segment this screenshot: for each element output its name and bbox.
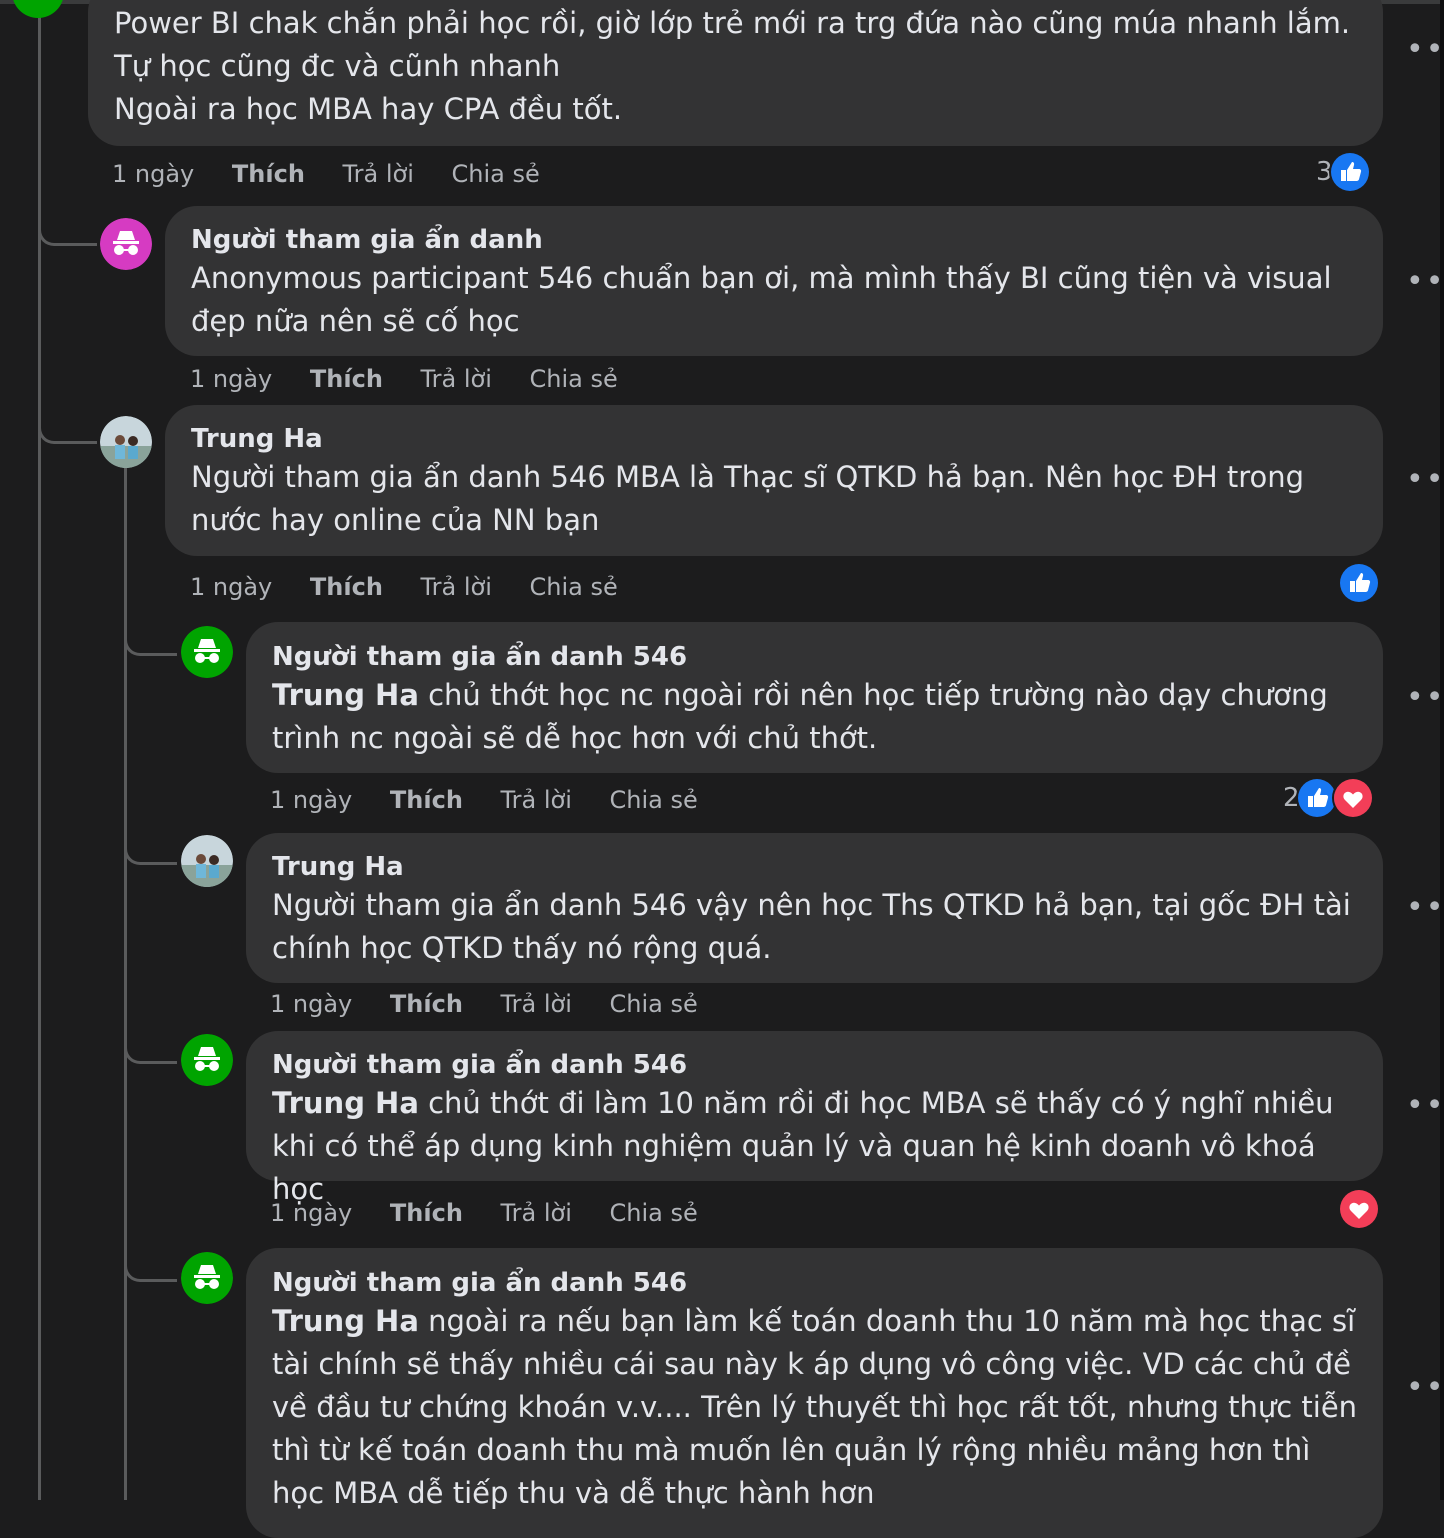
comment-actions: 1 ngày Thích Trả lời Chia sẻ: [270, 1196, 728, 1230]
mention-link[interactable]: Trung Ha: [272, 1304, 419, 1338]
comment-time[interactable]: 1 ngày: [270, 1196, 352, 1230]
share-button[interactable]: Chia sẻ: [452, 157, 540, 191]
comment-body: chủ thớt học nc ngoài rồi nên học tiếp t…: [272, 678, 1328, 755]
share-button[interactable]: Chia sẻ: [610, 783, 698, 817]
more-options-button[interactable]: •••: [1406, 35, 1444, 65]
comment-text-line: Ngoài ra học MBA hay CPA đều tốt.: [114, 92, 623, 126]
comment-text: Trung Ha chủ thớt học nc ngoài rồi nên h…: [272, 674, 1362, 760]
comment-author[interactable]: Người tham gia ẩn danh: [191, 223, 543, 257]
thread-branch: [124, 1228, 177, 1282]
like-button[interactable]: Thích: [390, 1196, 463, 1230]
avatar[interactable]: [181, 1252, 233, 1304]
comment-actions: 1 ngày Thích Trả lời Chia sẻ: [190, 570, 648, 604]
anonymous-icon: [181, 626, 233, 678]
mention-link[interactable]: Trung Ha: [272, 1086, 419, 1120]
comment-text: Trung Ha chủ thớt đi làm 10 năm rồi đi h…: [272, 1082, 1362, 1211]
more-options-button[interactable]: •••: [1406, 893, 1444, 923]
more-options-button[interactable]: •••: [1406, 1373, 1444, 1403]
comment-time[interactable]: 1 ngày: [270, 783, 352, 817]
share-button[interactable]: Chia sẻ: [610, 987, 698, 1021]
comment-time[interactable]: 1 ngày: [112, 157, 194, 191]
comment-text: Power BI chak chắn phải học rồi, giờ lớp…: [114, 2, 1364, 131]
comment-time[interactable]: 1 ngày: [190, 362, 272, 396]
reply-button[interactable]: Trả lời: [421, 570, 492, 604]
thread-branch: [38, 380, 97, 444]
avatar[interactable]: [12, 0, 70, 24]
more-options-button[interactable]: •••: [1406, 465, 1444, 495]
comment-text: Trung Ha ngoài ra nếu bạn làm kế toán do…: [272, 1300, 1362, 1515]
anonymous-icon: [100, 218, 152, 270]
like-button[interactable]: Thích: [232, 157, 305, 191]
profile-photo-icon: [100, 416, 152, 468]
like-button[interactable]: Thích: [310, 570, 383, 604]
anonymous-icon: [181, 1252, 233, 1304]
avatar[interactable]: [100, 416, 152, 468]
reply-button[interactable]: Trả lời: [501, 1196, 572, 1230]
comment-author[interactable]: Người tham gia ẩn danh 546: [272, 640, 687, 674]
avatar[interactable]: [100, 218, 152, 270]
like-button[interactable]: Thích: [390, 783, 463, 817]
more-options-button[interactable]: •••: [1406, 1091, 1444, 1121]
comment-actions: 1 ngày Thích Trả lời Chia sẻ: [270, 783, 728, 817]
comment-author[interactable]: Người tham gia ẩn danh 546: [272, 1266, 687, 1300]
profile-photo-icon: [181, 835, 233, 887]
reply-button[interactable]: Trả lời: [421, 362, 492, 396]
comment-text: Người tham gia ẩn danh 546 MBA là Thạc s…: [191, 460, 1305, 537]
comment-actions: 1 ngày Thích Trả lời Chia sẻ: [112, 157, 570, 191]
like-button[interactable]: Thích: [310, 362, 383, 396]
anonymous-icon: [181, 1034, 233, 1086]
comment-actions: 1 ngày Thích Trả lời Chia sẻ: [190, 362, 648, 396]
reply-button[interactable]: Trả lời: [501, 783, 572, 817]
like-button[interactable]: Thích: [390, 987, 463, 1021]
thread-branch: [124, 810, 177, 865]
comment-time[interactable]: 1 ngày: [270, 987, 352, 1021]
more-options-button[interactable]: •••: [1406, 683, 1444, 713]
more-options-button[interactable]: •••: [1406, 267, 1444, 297]
comment-time[interactable]: 1 ngày: [190, 570, 272, 604]
comment-actions: 1 ngày Thích Trả lời Chia sẻ: [270, 987, 728, 1021]
comment-text: Anonymous participant 546 chuẩn bạn ơi, …: [191, 261, 1332, 338]
avatar[interactable]: [181, 835, 233, 887]
thread-branch: [38, 180, 97, 246]
like-reaction-icon: [1328, 151, 1371, 193]
avatar[interactable]: [181, 626, 233, 678]
reply-button[interactable]: Trả lời: [501, 987, 572, 1021]
comment-text: Người tham gia ẩn danh 546 vậy nên học T…: [272, 888, 1351, 965]
like-reaction-icon: [1338, 562, 1380, 604]
reply-button[interactable]: Trả lời: [343, 157, 414, 191]
comment-text-line: Power BI chak chắn phải học rồi, giờ lớp…: [114, 6, 1351, 83]
comment-body: chủ thớt đi làm 10 năm rồi đi học MBA sẽ…: [272, 1086, 1334, 1206]
love-reaction-icon: [1331, 777, 1374, 819]
love-reaction-icon: [1338, 1188, 1380, 1230]
comment-body: ngoài ra nếu bạn làm kế toán doanh thu 1…: [272, 1304, 1358, 1510]
thread-branch: [124, 600, 177, 656]
reaction-summary[interactable]: 3: [1316, 151, 1371, 193]
avatar[interactable]: [181, 1034, 233, 1086]
share-button[interactable]: Chia sẻ: [610, 1196, 698, 1230]
reaction-summary[interactable]: 2: [1283, 777, 1374, 819]
reaction-summary[interactable]: [1338, 1188, 1380, 1230]
comment-author[interactable]: Người tham gia ẩn danh 546: [272, 1048, 687, 1082]
share-button[interactable]: Chia sẻ: [530, 570, 618, 604]
mention-link[interactable]: Trung Ha: [272, 678, 419, 712]
share-button[interactable]: Chia sẻ: [530, 362, 618, 396]
reaction-summary[interactable]: [1338, 562, 1380, 604]
thread-branch: [124, 1010, 177, 1064]
comment-author[interactable]: Trung Ha: [191, 422, 323, 456]
comment-author[interactable]: Trung Ha: [272, 850, 404, 884]
window-edge: [1440, 0, 1444, 1500]
